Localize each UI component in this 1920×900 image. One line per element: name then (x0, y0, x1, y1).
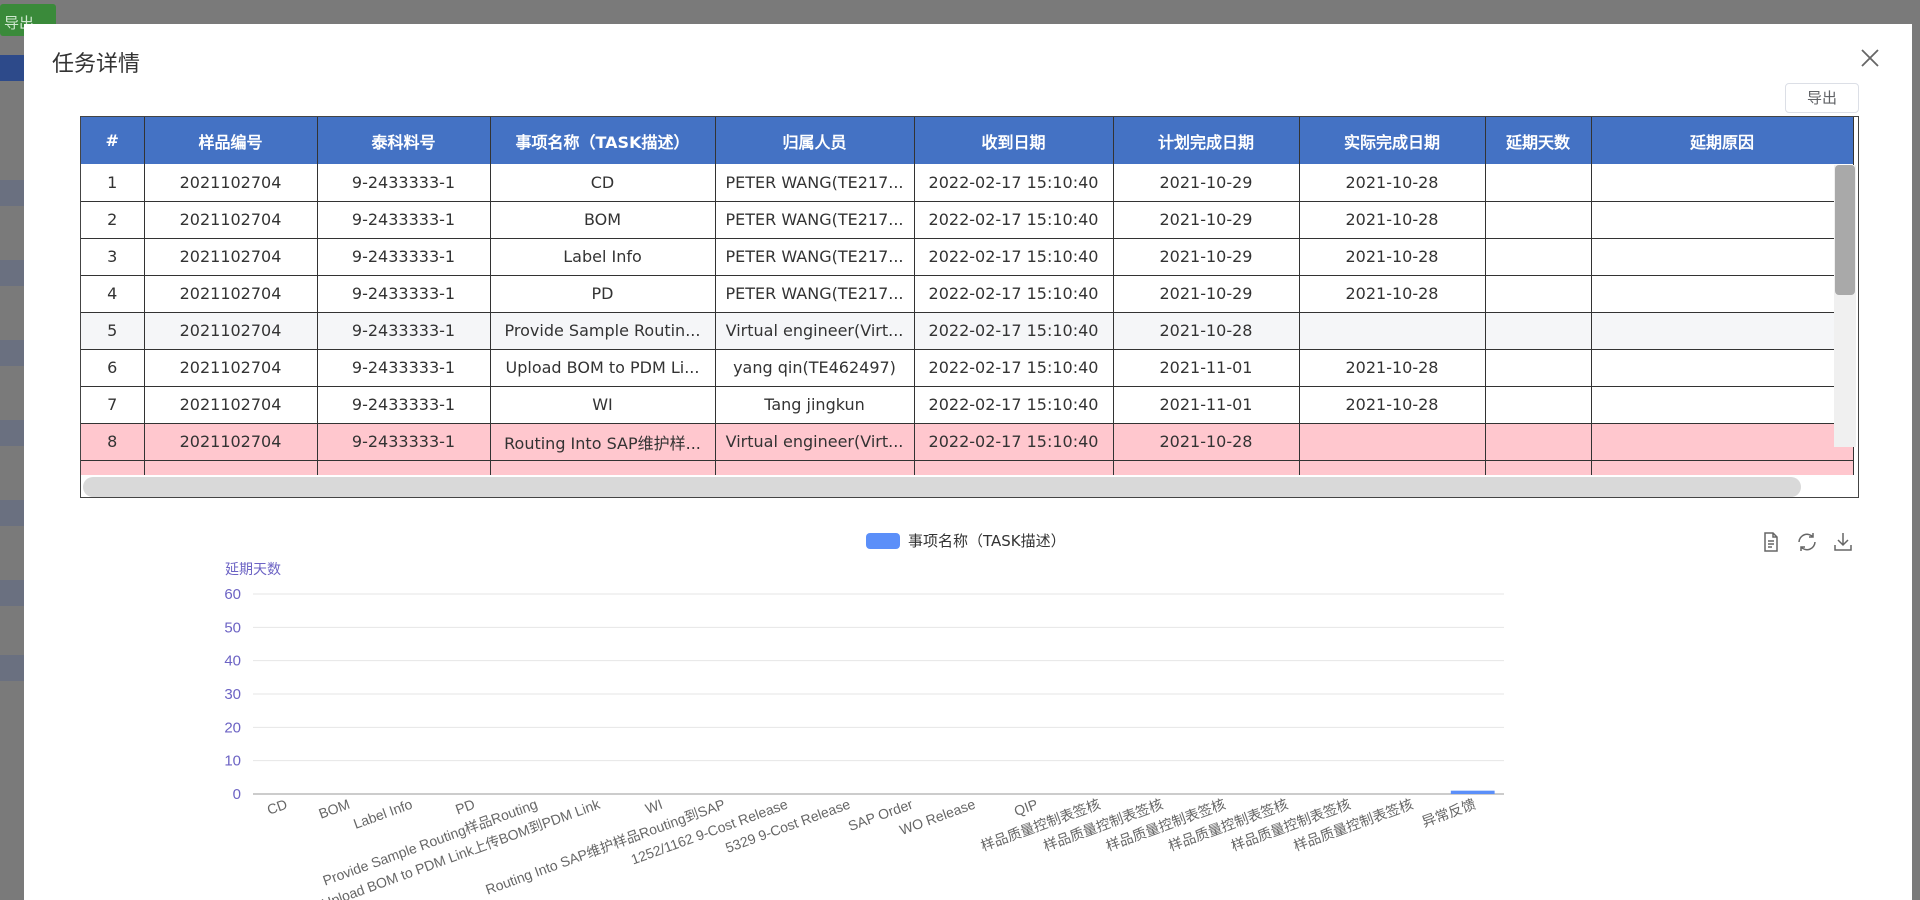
x-tick-label: PD (453, 796, 477, 818)
x-tick-label: WI (643, 796, 665, 817)
y-tick-label: 10 (224, 753, 241, 770)
x-tick-label: QIP (1012, 796, 1040, 819)
background-row-strip (0, 580, 24, 606)
background-row-strip (0, 340, 24, 366)
background-row-strip (0, 500, 24, 526)
y-axis-title: 延期天数 (225, 561, 281, 577)
background-row-strip (0, 260, 24, 286)
background-row-strip (0, 55, 24, 81)
x-tick-label: 异常反馈 (1420, 796, 1478, 830)
background-row-strip (0, 180, 24, 206)
background-row-strip (0, 420, 24, 446)
y-tick-label: 20 (224, 719, 241, 736)
y-tick-label: 60 (224, 586, 241, 603)
y-tick-label: 40 (224, 653, 241, 670)
x-tick-label: BOM (316, 796, 351, 822)
bar (1450, 790, 1495, 794)
x-tick-label: CD (265, 796, 289, 818)
bar-chart: 延期天数0102030405060CD BOM Label Info PDProvid… (224, 561, 1504, 900)
y-tick-label: 30 (224, 686, 241, 703)
task-detail-modal: 任务详情 导出 # 样品编号 泰科料号 事项名称（TASK描述） 归属人员 收到日期 计划完… (24, 24, 1912, 900)
y-tick-label: 0 (233, 786, 241, 803)
y-tick-label: 50 (224, 619, 241, 636)
x-tick-label: Label Info (351, 796, 414, 832)
background-row-strip (0, 655, 24, 681)
